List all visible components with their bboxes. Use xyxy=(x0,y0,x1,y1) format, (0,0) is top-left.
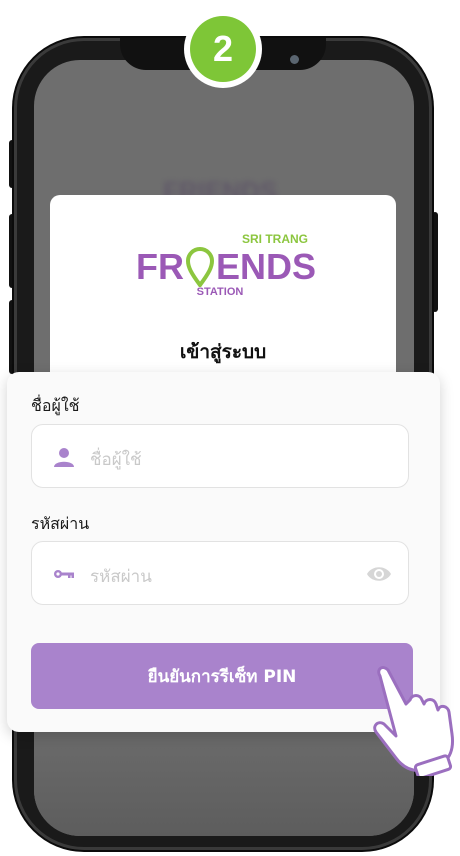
logo-sri-trang: SRI TRANG xyxy=(242,232,308,246)
eye-icon[interactable] xyxy=(366,562,392,586)
logo-text-right: ENDS xyxy=(216,246,317,287)
phone-power-button xyxy=(432,212,438,312)
password-field[interactable]: รหัสผ่าน xyxy=(31,541,409,605)
friends-station-logo: SRI TRANG FR ENDS STATION xyxy=(130,232,316,302)
password-label: รหัสผ่าน xyxy=(31,514,90,533)
pointing-hand-icon xyxy=(373,666,454,776)
key-icon xyxy=(54,570,74,578)
location-pin-icon xyxy=(185,247,215,287)
login-title: เข้าสู่ระบบ xyxy=(179,341,267,363)
logo-friends: FR ENDS xyxy=(136,246,316,288)
camera-icon xyxy=(290,55,299,64)
username-field[interactable]: ชื่อผู้ใช้ xyxy=(31,424,409,488)
logo-station: STATION xyxy=(196,286,244,298)
user-icon xyxy=(54,448,74,467)
step-badge: 2 xyxy=(184,10,262,88)
step-number: 2 xyxy=(190,16,256,82)
username-label: ชื่อผู้ใช้ xyxy=(31,396,80,415)
logo-text-left: FR xyxy=(136,246,184,287)
username-placeholder: ชื่อผู้ใช้ xyxy=(90,450,142,470)
password-placeholder: รหัสผ่าน xyxy=(90,567,152,587)
confirm-reset-pin-button[interactable]: ยืนยันการรีเซ็ท PIN xyxy=(31,643,413,709)
